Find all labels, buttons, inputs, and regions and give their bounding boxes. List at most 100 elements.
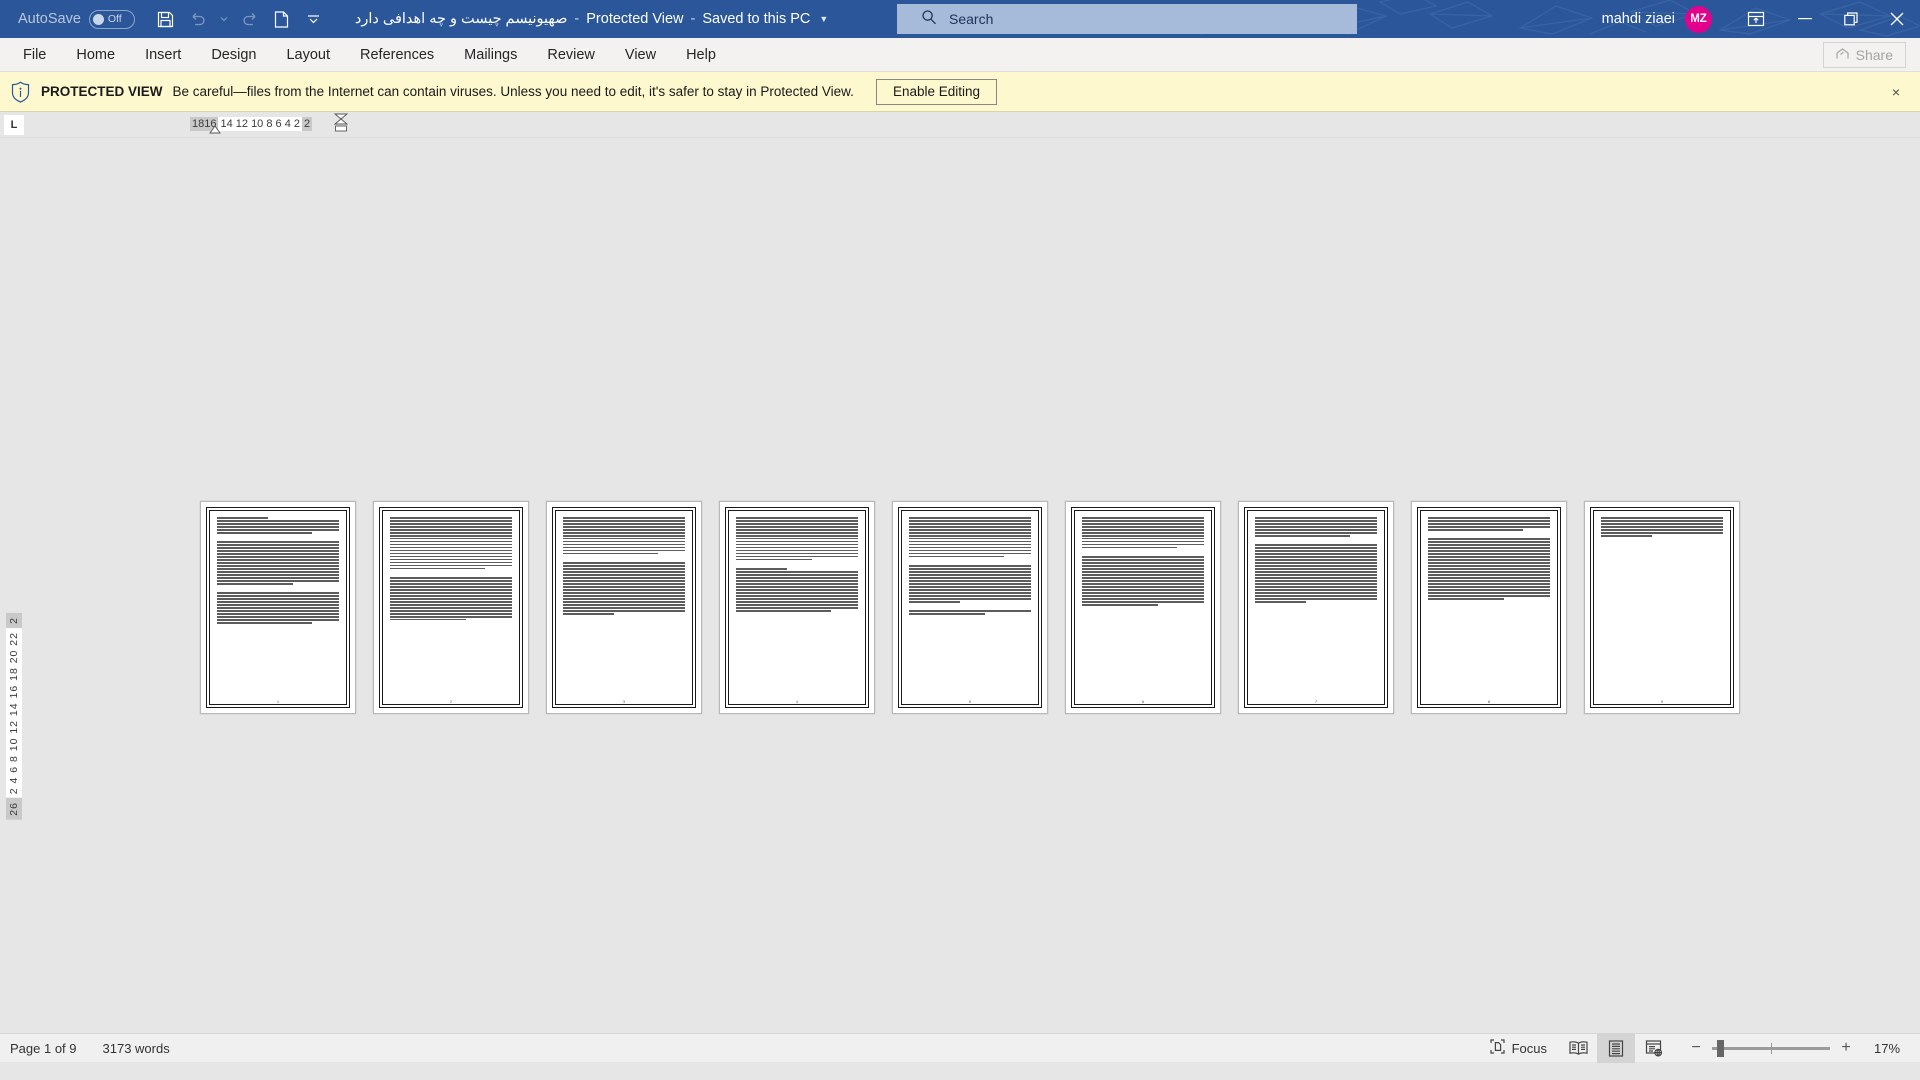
web-layout-icon[interactable]	[1635, 1034, 1673, 1063]
close-icon[interactable]: ×	[1886, 82, 1906, 102]
document-page[interactable]: 4	[719, 501, 875, 714]
zoom-out-button[interactable]: −	[1689, 1039, 1703, 1057]
page-text-area	[1593, 510, 1731, 705]
indent-markers[interactable]	[332, 113, 350, 137]
zoom-slider[interactable]	[1712, 1039, 1830, 1057]
page-border-outer	[898, 507, 1042, 708]
close-icon[interactable]	[1874, 0, 1920, 38]
tab-stop-selector[interactable]: L	[4, 115, 24, 135]
share-icon	[1836, 47, 1850, 63]
document-page[interactable]: 6	[1065, 501, 1221, 714]
restore-icon[interactable]	[1828, 0, 1874, 38]
page-number: 2	[449, 699, 453, 704]
zoom-control: − + 17%	[1689, 1039, 1908, 1057]
ruler-body-scale: 14 12 10 8 6 4 2	[218, 117, 302, 131]
document-title[interactable]: صهیونیسم چیست و چه اهدافی دارد	[355, 11, 568, 27]
tab-design[interactable]: Design	[196, 38, 271, 72]
print-layout-icon[interactable]	[1597, 1033, 1635, 1063]
minimize-icon[interactable]	[1782, 0, 1828, 38]
ribbon-tab-bar: File Home Insert Design Layout Reference…	[0, 38, 1920, 72]
save-location-label[interactable]: Saved to this PC	[702, 11, 810, 27]
page-thumbnail-strip: 1 2 3 4 5 6 7 8 9	[200, 501, 1740, 714]
tab-help[interactable]: Help	[671, 38, 731, 72]
customize-qat-icon[interactable]	[299, 5, 329, 33]
undo-icon[interactable]	[183, 5, 213, 33]
chevron-down-icon[interactable]	[215, 5, 233, 33]
page-border-outer	[725, 507, 869, 708]
vruler-body-scale: 2 4 6 8 10 12 14 16 18 20 22	[5, 627, 22, 799]
left-indent-marker[interactable]	[208, 122, 222, 134]
page-number: 1	[276, 699, 280, 704]
tab-references[interactable]: References	[345, 38, 449, 72]
status-left-group: Page 1 of 9 3173 words	[10, 1041, 170, 1056]
tab-review[interactable]: Review	[532, 38, 610, 72]
page-number: 6	[1141, 699, 1145, 704]
status-right-group: Focus − + 17%	[1478, 1033, 1908, 1063]
page-border-outer	[1071, 507, 1215, 708]
zoom-slider-thumb[interactable]	[1717, 1039, 1724, 1057]
document-page[interactable]: 1	[200, 501, 356, 714]
vertical-ruler[interactable]: 2 2 4 6 8 10 12 14 16 18 20 22 26	[5, 613, 22, 820]
autosave-control[interactable]: AutoSave Off	[18, 9, 135, 29]
tab-home[interactable]: Home	[61, 38, 130, 72]
tab-view[interactable]: View	[610, 38, 671, 72]
protected-view-bar: PROTECTED VIEW Be careful—files from the…	[0, 72, 1920, 112]
status-bar: Page 1 of 9 3173 words Focus − + 17%	[0, 1033, 1920, 1063]
focus-label: Focus	[1511, 1040, 1547, 1056]
search-placeholder: Search	[949, 11, 994, 27]
focus-button[interactable]: Focus	[1478, 1034, 1559, 1063]
protected-view-status: Protected View	[586, 11, 684, 27]
save-icon[interactable]	[151, 5, 181, 33]
autosave-state: Off	[107, 13, 122, 25]
document-page[interactable]: 7	[1238, 501, 1394, 714]
search-box[interactable]: Search	[897, 4, 1357, 34]
zoom-slider-midpoint	[1771, 1042, 1772, 1054]
tab-mailings[interactable]: Mailings	[449, 38, 532, 72]
page-border-outer	[1244, 507, 1388, 708]
avatar[interactable]: MZ	[1685, 5, 1712, 33]
page-indicator[interactable]: Page 1 of 9	[10, 1041, 77, 1056]
page-number: 9	[1660, 699, 1664, 704]
page-number: 5	[968, 699, 972, 704]
page-border-outer	[1417, 507, 1561, 708]
page-text-area	[209, 510, 347, 705]
autosave-toggle-knob	[92, 13, 104, 25]
title-separator-2: -	[690, 11, 696, 27]
read-mode-icon[interactable]	[1559, 1034, 1597, 1063]
page-text-area	[1074, 510, 1212, 705]
document-page[interactable]: 3	[546, 501, 702, 714]
redo-icon[interactable]	[235, 5, 265, 33]
page-border-outer	[379, 507, 523, 708]
user-name-label[interactable]: mahdi ziaei	[1602, 11, 1675, 27]
autosave-toggle[interactable]: Off	[88, 9, 135, 29]
quick-access-toolbar	[151, 5, 329, 33]
document-page[interactable]: 5	[892, 501, 1048, 714]
document-page[interactable]: 2	[373, 501, 529, 714]
ruler-row: L 1816 14 12 10 8 6 4 2 2	[0, 112, 1920, 138]
page-border-outer	[206, 507, 350, 708]
document-canvas[interactable]: 2 2 4 6 8 10 12 14 16 18 20 22 26 1 2 3 …	[0, 138, 1920, 1033]
share-button[interactable]: Share	[1822, 42, 1906, 68]
document-page[interactable]: 9	[1584, 501, 1740, 714]
enable-editing-button[interactable]: Enable Editing	[875, 78, 998, 105]
page-text-area	[555, 510, 693, 705]
tab-file[interactable]: File	[8, 38, 61, 72]
page-text-area	[728, 510, 866, 705]
protected-view-message: Be careful—files from the Internet can c…	[172, 84, 854, 99]
document-page[interactable]: 8	[1411, 501, 1567, 714]
page-number: 7	[1314, 699, 1318, 704]
word-count[interactable]: 3173 words	[103, 1041, 170, 1056]
tab-layout[interactable]: Layout	[271, 38, 345, 72]
ribbon-display-options-icon[interactable]	[1730, 0, 1782, 38]
page-text-area	[901, 510, 1039, 705]
tab-insert[interactable]: Insert	[130, 38, 196, 72]
autosave-label: AutoSave	[18, 11, 81, 27]
zoom-in-button[interactable]: +	[1839, 1039, 1853, 1057]
page-text-area	[1420, 510, 1558, 705]
share-label: Share	[1855, 47, 1893, 63]
save-location-chevron-down-icon[interactable]: ▼	[819, 14, 828, 24]
zoom-level-label[interactable]: 17%	[1874, 1041, 1908, 1056]
document-title-group: صهیونیسم چیست و چه اهدافی دارد - Protect…	[355, 11, 828, 27]
new-document-icon[interactable]	[267, 5, 297, 33]
title-separator-1: -	[574, 11, 580, 27]
